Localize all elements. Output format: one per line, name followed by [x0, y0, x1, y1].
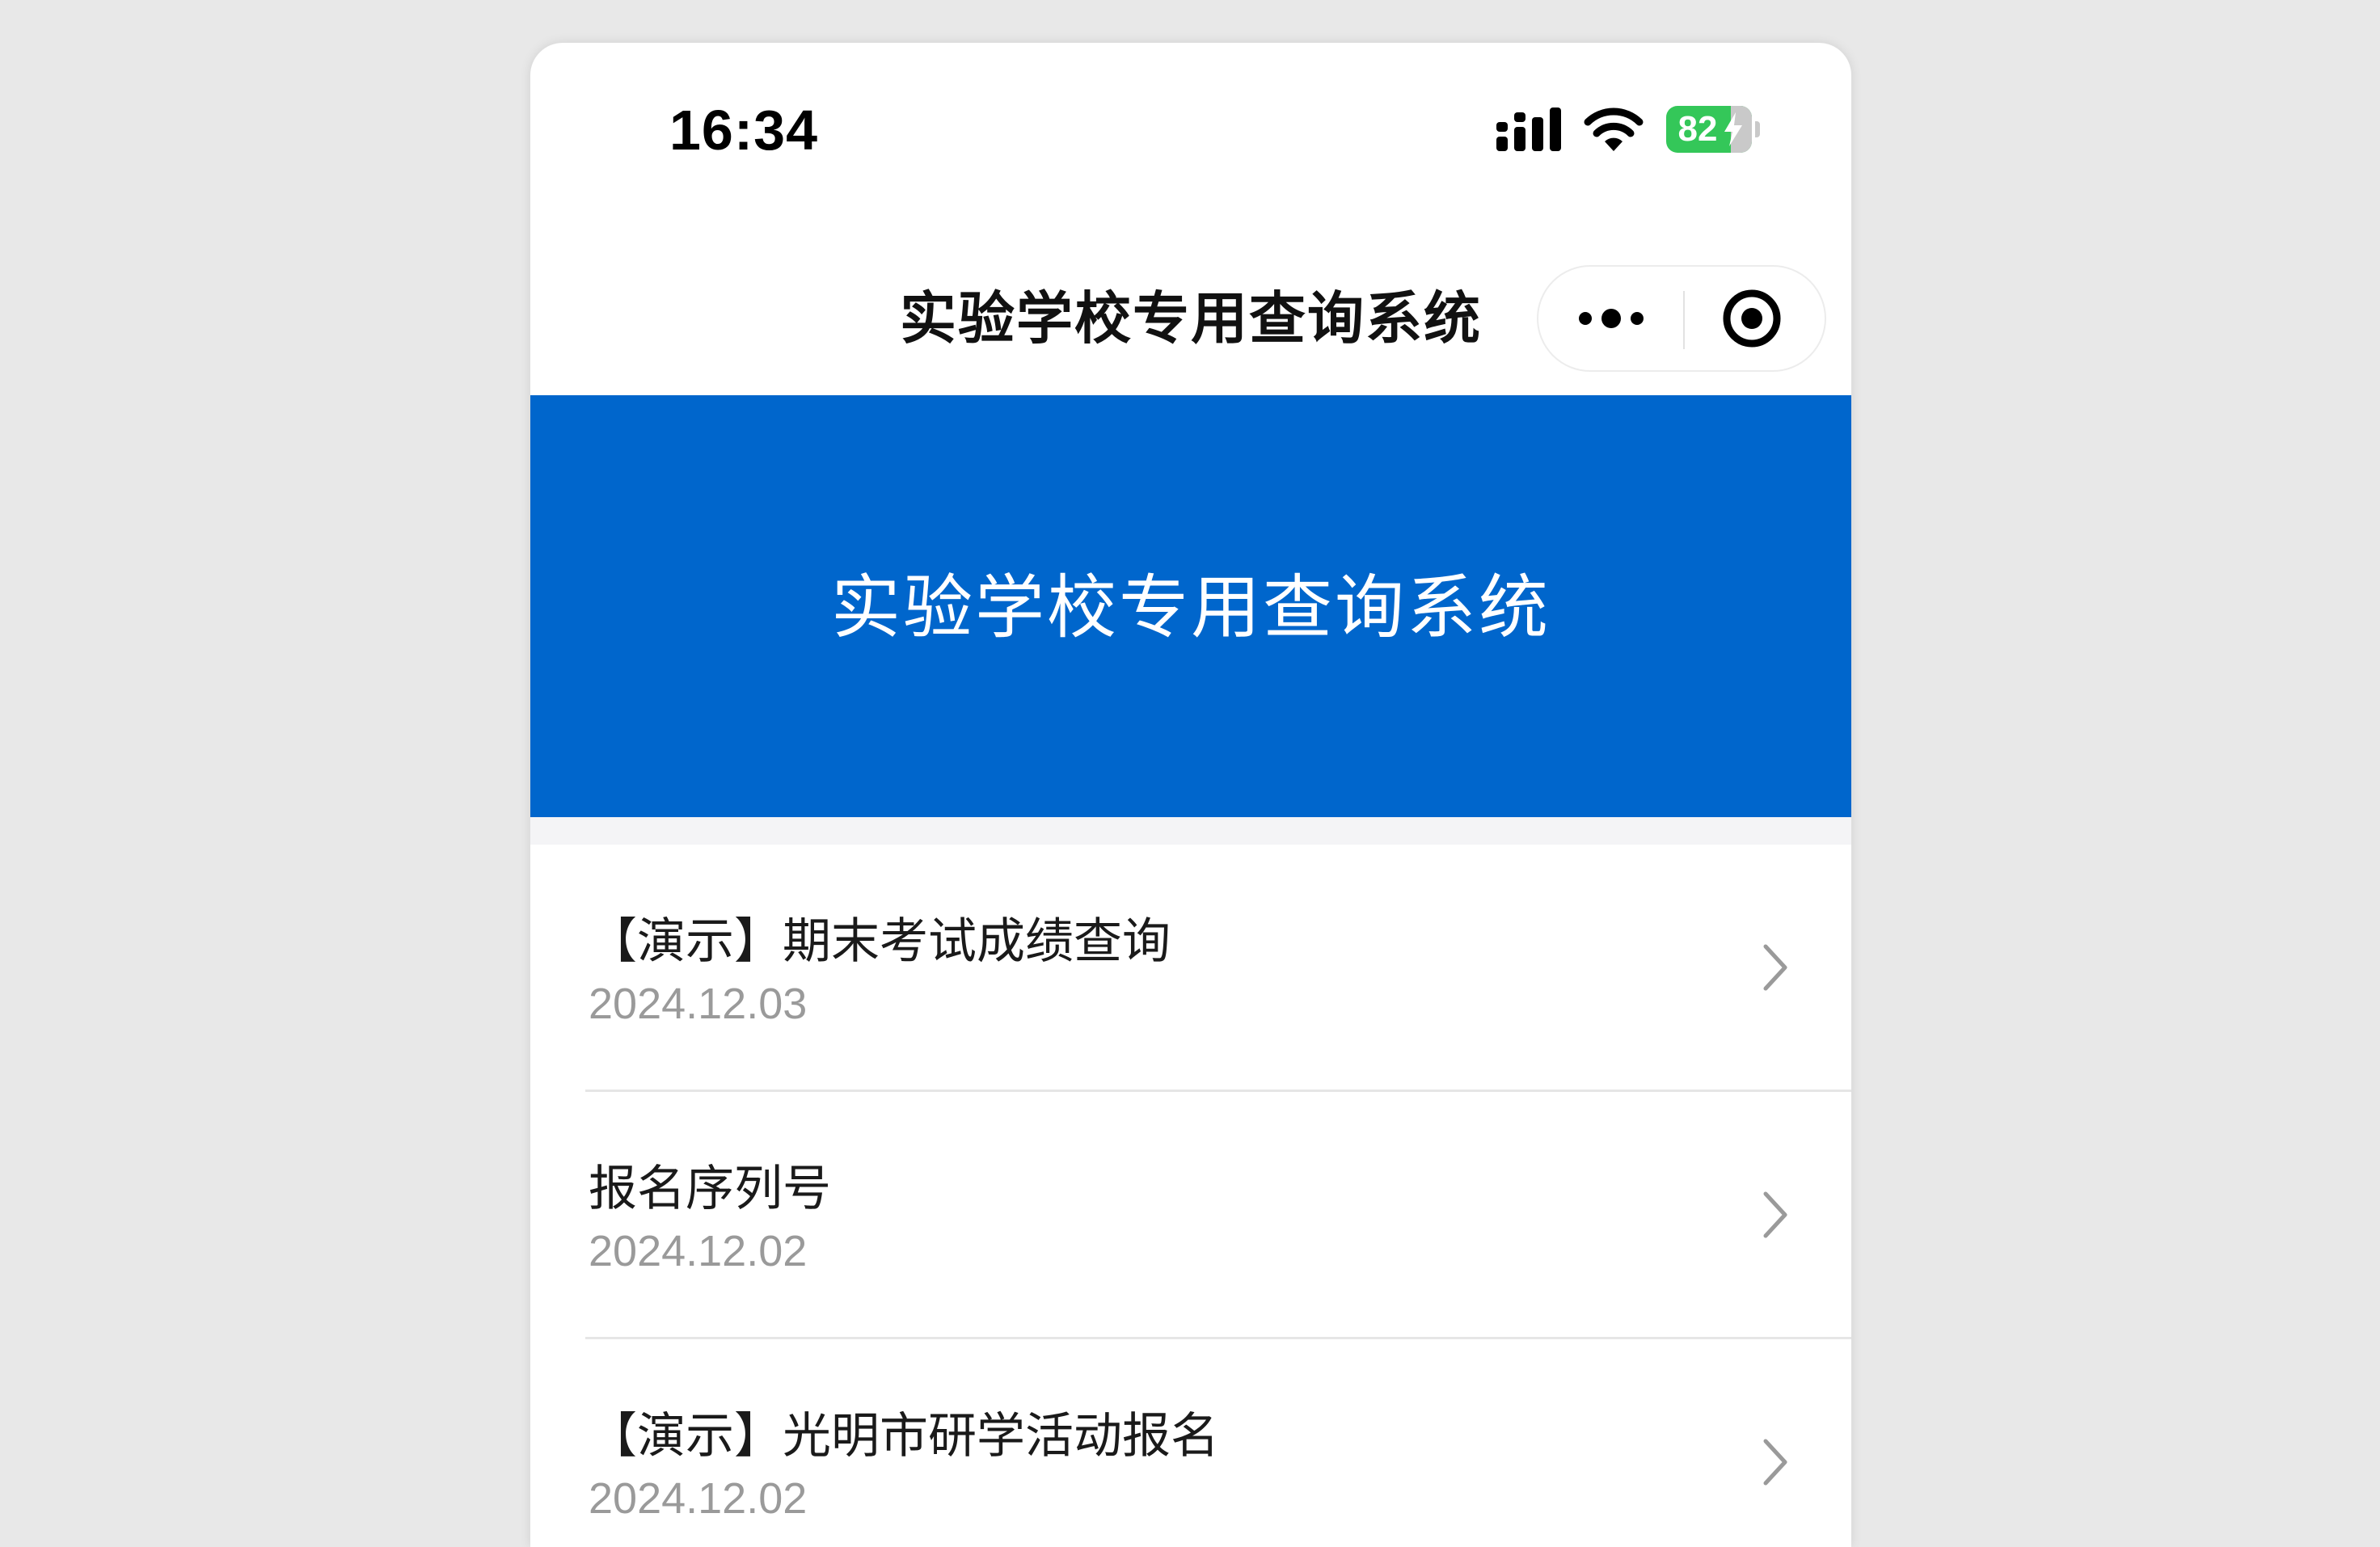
list-item[interactable]: 【演示】期末考试成绩查询 2024.12.03 — [530, 845, 1851, 1092]
battery-cap — [1755, 121, 1760, 137]
status-time: 16:34 — [669, 99, 819, 162]
list-item[interactable]: 报名序列号 2024.12.02 — [530, 1092, 1851, 1339]
bolt-icon — [1724, 112, 1742, 146]
wifi-icon — [1584, 107, 1644, 151]
list-item-title: 【演示】光明市研学活动报名 — [589, 1408, 1219, 1465]
close-button[interactable] — [1685, 267, 1826, 370]
status-bar: 16:34 82 — [530, 43, 1851, 204]
menu-capsule — [1537, 265, 1826, 372]
list-item-date: 2024.12.03 — [589, 980, 808, 1028]
section-gap — [530, 817, 1851, 845]
nav-bar: 实验学校专用查询系统 — [530, 204, 1851, 395]
query-list: 【演示】期末考试成绩查询 2024.12.03 报名序列号 2024.12.02… — [530, 845, 1851, 1547]
battery-level: 82 — [1677, 109, 1718, 149]
signal-icon — [1496, 107, 1561, 151]
list-item-date: 2024.12.02 — [589, 1474, 808, 1523]
more-button[interactable] — [1538, 267, 1682, 370]
target-circle-icon — [1723, 289, 1781, 348]
list-item-title: 报名序列号 — [589, 1161, 831, 1217]
more-dots-icon — [1579, 309, 1644, 328]
list-item-date: 2024.12.02 — [589, 1227, 808, 1275]
phone-screen: 16:34 82 实验学校专用查询系统 实验学校专用查询系统 【演示】期末考试成… — [530, 43, 1851, 1547]
banner-title: 实验学校专用查询系统 — [831, 567, 1551, 648]
chevron-right-icon — [1763, 944, 1787, 991]
chevron-right-icon — [1763, 1191, 1787, 1238]
chevron-right-icon — [1763, 1439, 1787, 1486]
battery-icon: 82 — [1666, 106, 1760, 153]
list-item-title: 【演示】期末考试成绩查询 — [589, 913, 1171, 970]
banner: 实验学校专用查询系统 — [530, 395, 1851, 817]
list-item[interactable]: 【演示】光明市研学活动报名 2024.12.02 — [530, 1339, 1851, 1547]
